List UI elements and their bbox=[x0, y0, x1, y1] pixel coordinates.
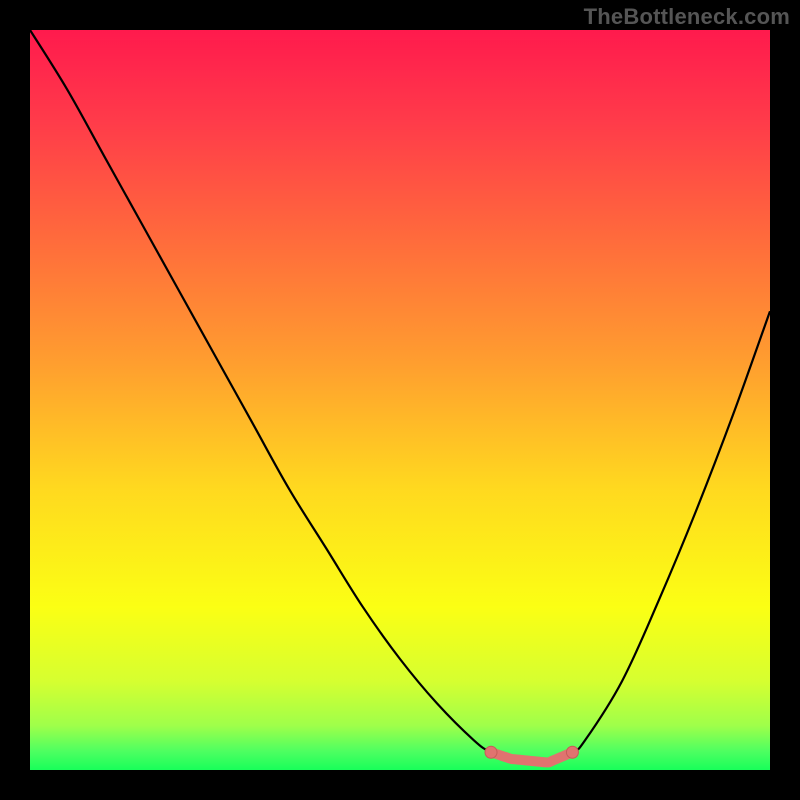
watermark-text: TheBottleneck.com bbox=[584, 4, 790, 30]
optimal-range-start-dot bbox=[485, 746, 497, 758]
bottleneck-chart bbox=[0, 0, 800, 800]
optimal-range-end-dot bbox=[566, 746, 578, 758]
chart-stage: TheBottleneck.com bbox=[0, 0, 800, 800]
